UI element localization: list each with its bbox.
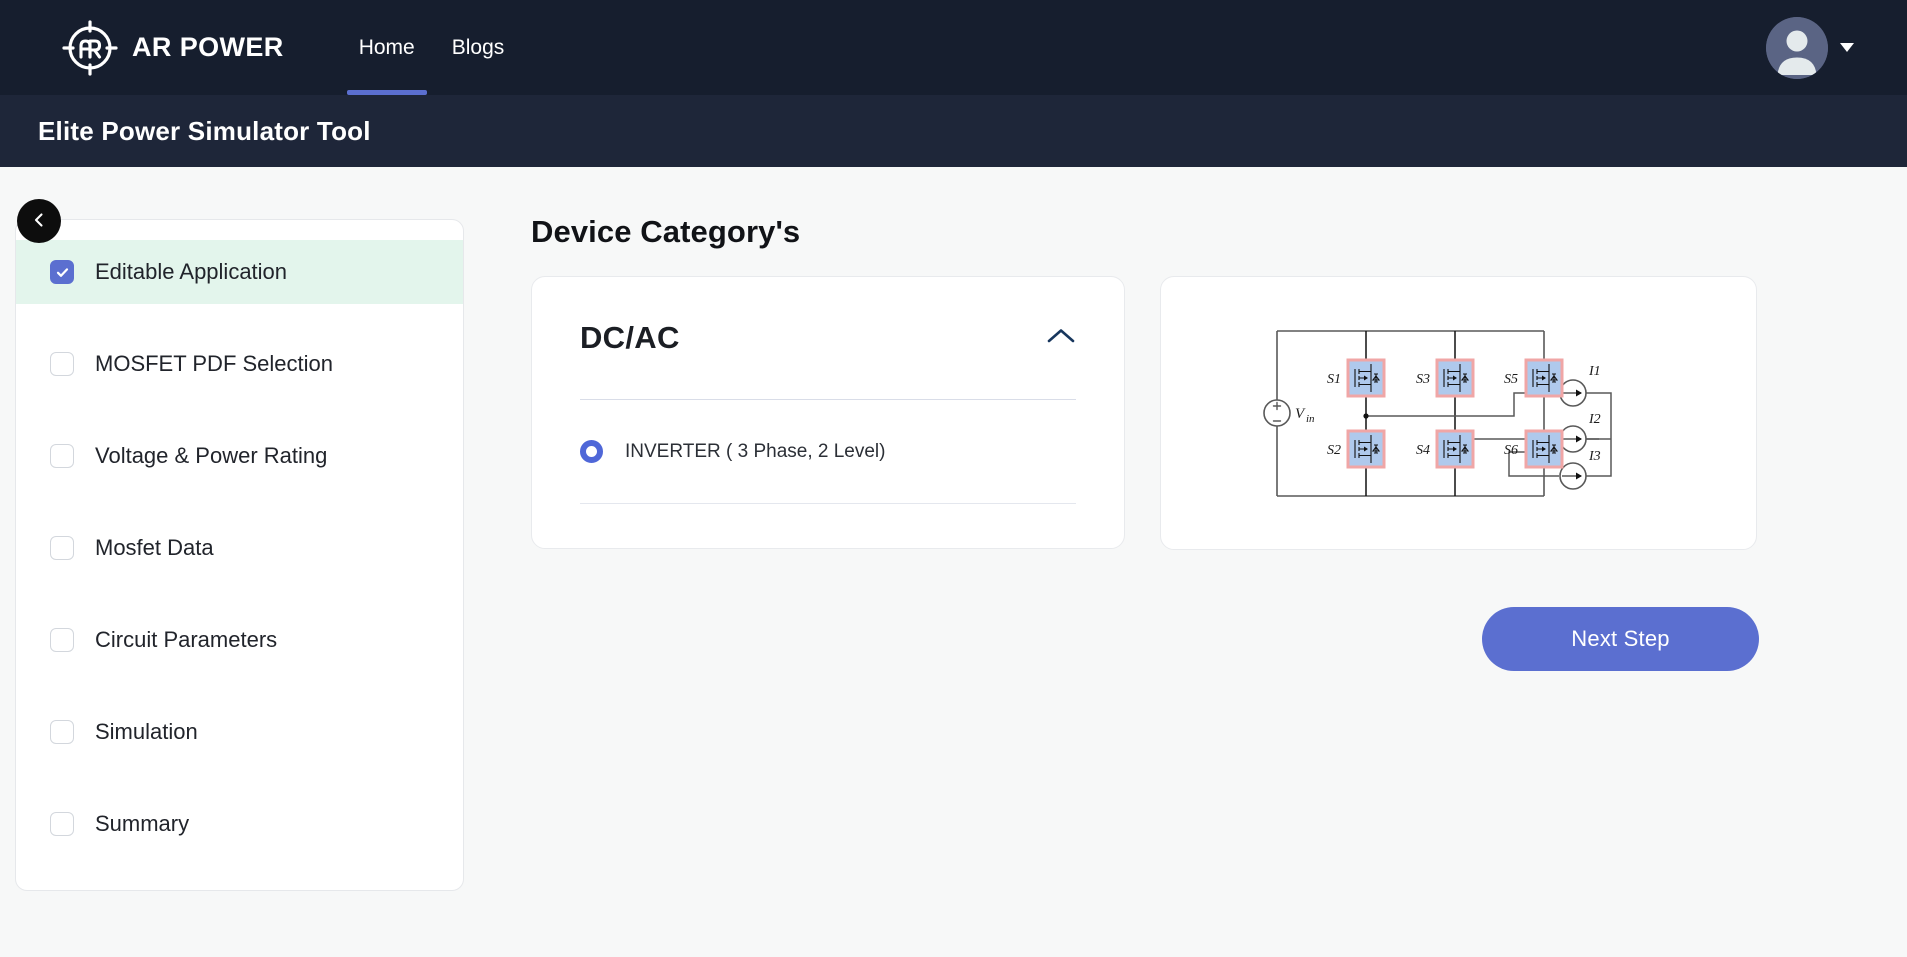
option-label: INVERTER ( 3 Phase, 2 Level) <box>625 440 886 462</box>
circuit-diagram-card: V in S1 S3 S5 S2 S4 S6 I1 I2 I3 <box>1160 276 1757 550</box>
sidebar-collapse-button[interactable] <box>17 199 61 243</box>
checkbox-icon[interactable] <box>50 720 74 744</box>
checkbox-checked-icon[interactable] <box>50 260 74 284</box>
panels-row: DC/AC INVERTER ( 3 Phase, 2 Level) V in … <box>531 276 1851 550</box>
nav-link-home[interactable]: Home <box>346 0 427 95</box>
sidebar-item-label: Summary <box>95 811 190 836</box>
sidebar-item-simulation[interactable]: Simulation <box>16 700 463 764</box>
svg-text:S5: S5 <box>1504 372 1518 387</box>
svg-text:S3: S3 <box>1416 372 1430 387</box>
device-category-card: DC/AC INVERTER ( 3 Phase, 2 Level) <box>531 276 1125 549</box>
sidebar-region: Editable Application MOSFET PDF Selectio… <box>0 167 468 957</box>
sidebar-item-label: Voltage & Power Rating <box>95 443 328 468</box>
checkbox-icon[interactable] <box>50 628 74 652</box>
brand[interactable]: AR POWER <box>62 19 284 76</box>
main-content: Device Category's DC/AC INVERTER ( 3 Pha… <box>468 167 1907 957</box>
card-footer-spacer <box>580 504 1076 548</box>
checkbox-icon[interactable] <box>50 536 74 560</box>
sidebar-item-label: Mosfet Data <box>95 535 214 560</box>
svg-text:S6: S6 <box>1504 443 1518 458</box>
brand-name: AR POWER <box>132 32 284 62</box>
nav-links: Home Blogs <box>346 0 517 95</box>
svg-text:in: in <box>1306 413 1315 425</box>
sidebar-item-label: MOSFET PDF Selection <box>95 351 333 376</box>
nav-link-blogs[interactable]: Blogs <box>440 0 517 95</box>
svg-text:I2: I2 <box>1588 412 1601 427</box>
page-subheader-bar: Elite Power Simulator Tool <box>0 95 1907 167</box>
checkbox-icon[interactable] <box>50 812 74 836</box>
steps-sidebar: Editable Application MOSFET PDF Selectio… <box>15 219 464 891</box>
radio-selected-icon[interactable] <box>580 440 603 463</box>
svg-text:I1: I1 <box>1588 364 1601 379</box>
svg-text:I3: I3 <box>1588 449 1601 464</box>
option-inverter-3phase-2level[interactable]: INVERTER ( 3 Phase, 2 Level) <box>580 400 1076 503</box>
workspace: Editable Application MOSFET PDF Selectio… <box>0 167 1907 957</box>
sidebar-item-circuit-parameters[interactable]: Circuit Parameters <box>16 608 463 672</box>
sidebar-item-label: Circuit Parameters <box>95 627 278 652</box>
dc-ac-accordion-header[interactable]: DC/AC <box>580 277 1076 399</box>
svg-text:V: V <box>1295 406 1306 422</box>
svg-text:S1: S1 <box>1327 372 1341 387</box>
next-step-row: Next Step <box>531 607 1851 671</box>
top-navigation-bar: AR POWER Home Blogs <box>0 0 1907 95</box>
sidebar-item-mosfet-pdf-selection[interactable]: MOSFET PDF Selection <box>16 332 463 396</box>
next-step-button[interactable]: Next Step <box>1482 607 1759 671</box>
sidebar-item-label: Editable Application <box>95 259 288 284</box>
user-avatar-icon[interactable] <box>1766 16 1828 79</box>
content-heading: Device Category's <box>531 214 801 249</box>
dc-ac-title: DC/AC <box>580 320 680 355</box>
sidebar-item-mosfet-data[interactable]: Mosfet Data <box>16 516 463 580</box>
profile-menu[interactable] <box>1766 16 1854 79</box>
sidebar-item-editable-application[interactable]: Editable Application <box>16 240 463 304</box>
sidebar-item-label: Simulation <box>95 719 198 744</box>
svg-text:S2: S2 <box>1327 443 1341 458</box>
sidebar-item-voltage-power-rating[interactable]: Voltage & Power Rating <box>16 424 463 488</box>
chevron-up-icon[interactable] <box>1046 327 1076 350</box>
svg-text:S4: S4 <box>1416 443 1430 458</box>
chevron-left-icon <box>30 211 48 232</box>
checkbox-icon[interactable] <box>50 444 74 468</box>
page-title: Elite Power Simulator Tool <box>38 115 371 146</box>
three-phase-two-level-inverter-schematic: V in S1 S3 S5 S2 S4 S6 I1 I2 I3 <box>1259 313 1659 513</box>
chevron-down-icon[interactable] <box>1840 43 1854 52</box>
ar-power-logo-icon <box>62 19 118 76</box>
sidebar-item-summary[interactable]: Summary <box>16 792 463 856</box>
checkbox-icon[interactable] <box>50 352 74 376</box>
